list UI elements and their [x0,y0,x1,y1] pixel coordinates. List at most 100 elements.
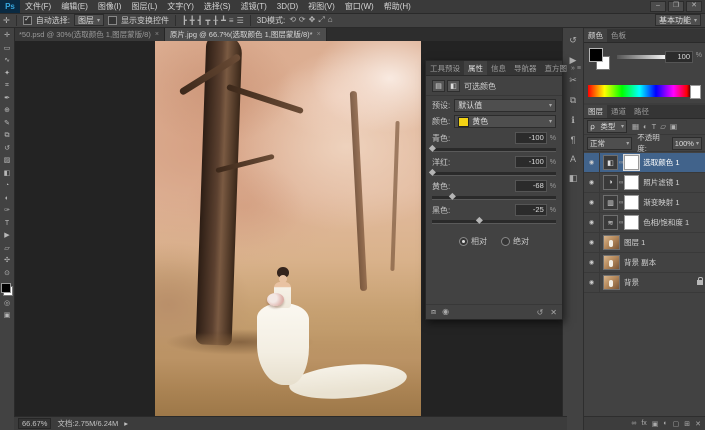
layers-footer-icon[interactable]: fx [641,420,646,427]
layer-thumbnail[interactable] [603,235,620,250]
menu-item[interactable]: 文字(Y) [162,1,199,12]
tool-button[interactable]: ⊕ [1,106,13,116]
3d-mode-icon[interactable]: ⟳ [299,15,306,25]
adjustment-thumbnail[interactable]: ◧ [603,155,618,170]
tool-button[interactable]: ◧ [1,169,13,179]
menu-item[interactable]: 图层(L) [126,1,162,12]
gray-ramp-slider[interactable] [617,55,669,59]
document-tab[interactable]: *50.psd @ 30%(选取颜色 1,图层蒙版/8) × [14,27,165,41]
tool-button[interactable]: ▭ [1,44,13,54]
align-icon[interactable]: ┣ [182,16,187,25]
layer-name[interactable]: 渐变映射 1 [643,197,679,208]
layer-row[interactable]: ◉ ▥ ∞ 渐变映射 1 [584,193,705,213]
menu-item[interactable]: 窗口(W) [340,1,379,12]
slider-thumb[interactable] [428,168,436,176]
layer-name[interactable]: 背景 副本 [624,257,656,268]
layer-name[interactable]: 照片滤镜 1 [643,177,679,188]
visibility-eye-icon[interactable]: ◉ [584,233,600,252]
collapsed-panel-icon[interactable]: ↺ [569,35,577,46]
align-icon[interactable]: ≡ [229,16,234,25]
3d-mode-icon[interactable]: ✥ [309,15,316,25]
layer-row[interactable]: ◉ ∞ 背景 [584,273,705,293]
tool-button[interactable]: ✒ [1,94,13,104]
panel-tab[interactable]: 直方图 [541,61,572,75]
visibility-eye-icon[interactable]: ◉ [584,153,600,172]
slider-value-field[interactable]: -100 [514,132,547,144]
tool-button[interactable]: ∿ [1,56,13,66]
adjustment-thumbnail[interactable]: ▥ [603,195,618,210]
layers-footer-icon[interactable]: ⊞ [684,420,690,428]
collapsed-panel-icon[interactable]: ✂ [569,75,577,86]
menu-item[interactable]: 编辑(E) [56,1,93,12]
workspace-switcher[interactable]: 基本功能 ▾ [654,14,701,26]
show-transform-checkbox[interactable] [107,15,117,25]
layers-footer-icon[interactable]: ∞ [631,420,636,427]
layer-mask-thumbnail[interactable] [624,175,640,190]
layer-filter-icon[interactable]: ▱ [660,122,666,131]
layer-name[interactable]: 选取颜色 1 [643,157,679,168]
slider-track[interactable] [428,144,556,152]
layer-mask-thumbnail[interactable] [623,154,641,171]
tool-button[interactable]: ◔ [1,181,13,191]
window-control-button[interactable]: ✕ [686,1,702,12]
photo-document[interactable] [155,41,421,417]
collapsed-panel-icon[interactable]: ¶ [571,135,576,145]
layer-row[interactable]: ◉ ◧ ∞ 选取颜色 1 [584,153,705,173]
align-icon[interactable]: ╋ [190,16,195,25]
panel-menu-icon[interactable]: ≡ [577,65,581,72]
slider-value-field[interactable]: -68 [514,180,547,192]
3d-mode-icon[interactable]: ⌂ [328,15,333,25]
close-icon[interactable]: × [155,31,159,38]
footer-icon[interactable]: ⧈ [431,307,436,317]
method-radio[interactable]: 绝对 [501,236,529,247]
visibility-eye-icon[interactable]: ◉ [584,173,600,192]
visibility-eye-icon[interactable]: ◉ [584,273,600,292]
layer-row[interactable]: ◉ ≋ ∞ 色相/饱和度 1 [584,213,705,233]
menu-item[interactable]: 选择(S) [199,1,236,12]
panel-tab[interactable]: 路径 [630,105,653,118]
panel-tab[interactable]: 导航器 [510,61,541,75]
window-control-button[interactable]: – [650,1,666,12]
layers-footer-icon[interactable]: ▢ [673,420,680,428]
slider-track[interactable] [428,168,556,176]
screen-mode-button[interactable]: ▣ [1,311,13,321]
spectrum-white-chip[interactable] [690,85,701,99]
menu-item[interactable]: 图像(I) [93,1,127,12]
layer-mask-thumbnail[interactable] [624,215,640,230]
layers-footer-icon[interactable]: ▣ [652,420,659,428]
quick-mask-button[interactable]: ◎ [1,299,13,309]
tool-button[interactable]: T [1,219,13,229]
panel-tab[interactable]: 工具预设 [426,61,464,75]
3d-mode-icon[interactable]: ⤢ [318,15,324,25]
footer-icon[interactable]: ✕ [550,308,557,317]
layer-filter-icon[interactable]: ▣ [670,122,677,131]
align-icon[interactable]: ╂ [213,16,218,25]
layer-row[interactable]: ◉ ◑ ∞ 照片滤镜 1 [584,173,705,193]
color-swatches[interactable] [1,283,13,296]
panel-tab[interactable]: 图层 [584,105,607,118]
panel-tab[interactable]: 属性 [464,61,487,75]
slider-value-field[interactable]: -100 [514,156,547,168]
document-tab[interactable]: 原片.jpg @ 66.7%(选取颜色 1,图层蒙版/8)* × [164,27,327,41]
color-channel-dropdown[interactable]: 黄色 ▾ [454,115,556,128]
layer-thumbnail[interactable] [603,255,620,270]
align-icon[interactable]: ☰ [237,16,244,25]
tool-button[interactable]: ✎ [1,119,13,129]
menu-item[interactable]: 帮助(H) [379,1,416,12]
slider-track[interactable] [432,192,556,200]
3d-mode-icon[interactable]: ⟲ [289,15,296,25]
tool-button[interactable]: ▱ [1,244,13,254]
layer-mask-thumbnail[interactable] [624,195,640,210]
visibility-eye-icon[interactable]: ◉ [584,253,600,272]
layer-name[interactable]: 图层 1 [624,237,645,248]
panel-tab[interactable]: 颜色 [584,29,607,42]
align-icon[interactable]: ┳ [205,16,210,25]
status-arrow-icon[interactable]: ▸ [124,419,128,428]
footer-icon[interactable]: ↺ [537,308,544,317]
tool-button[interactable]: ✦ [1,69,13,79]
auto-select-dropdown[interactable]: 图层 ▾ [73,14,104,26]
slider-track[interactable] [432,216,556,224]
tool-button[interactable]: ⌗ [1,81,13,91]
collapsed-panel-icon[interactable]: ℹ [571,115,574,126]
auto-select-checkbox[interactable]: ✓ [22,15,32,25]
